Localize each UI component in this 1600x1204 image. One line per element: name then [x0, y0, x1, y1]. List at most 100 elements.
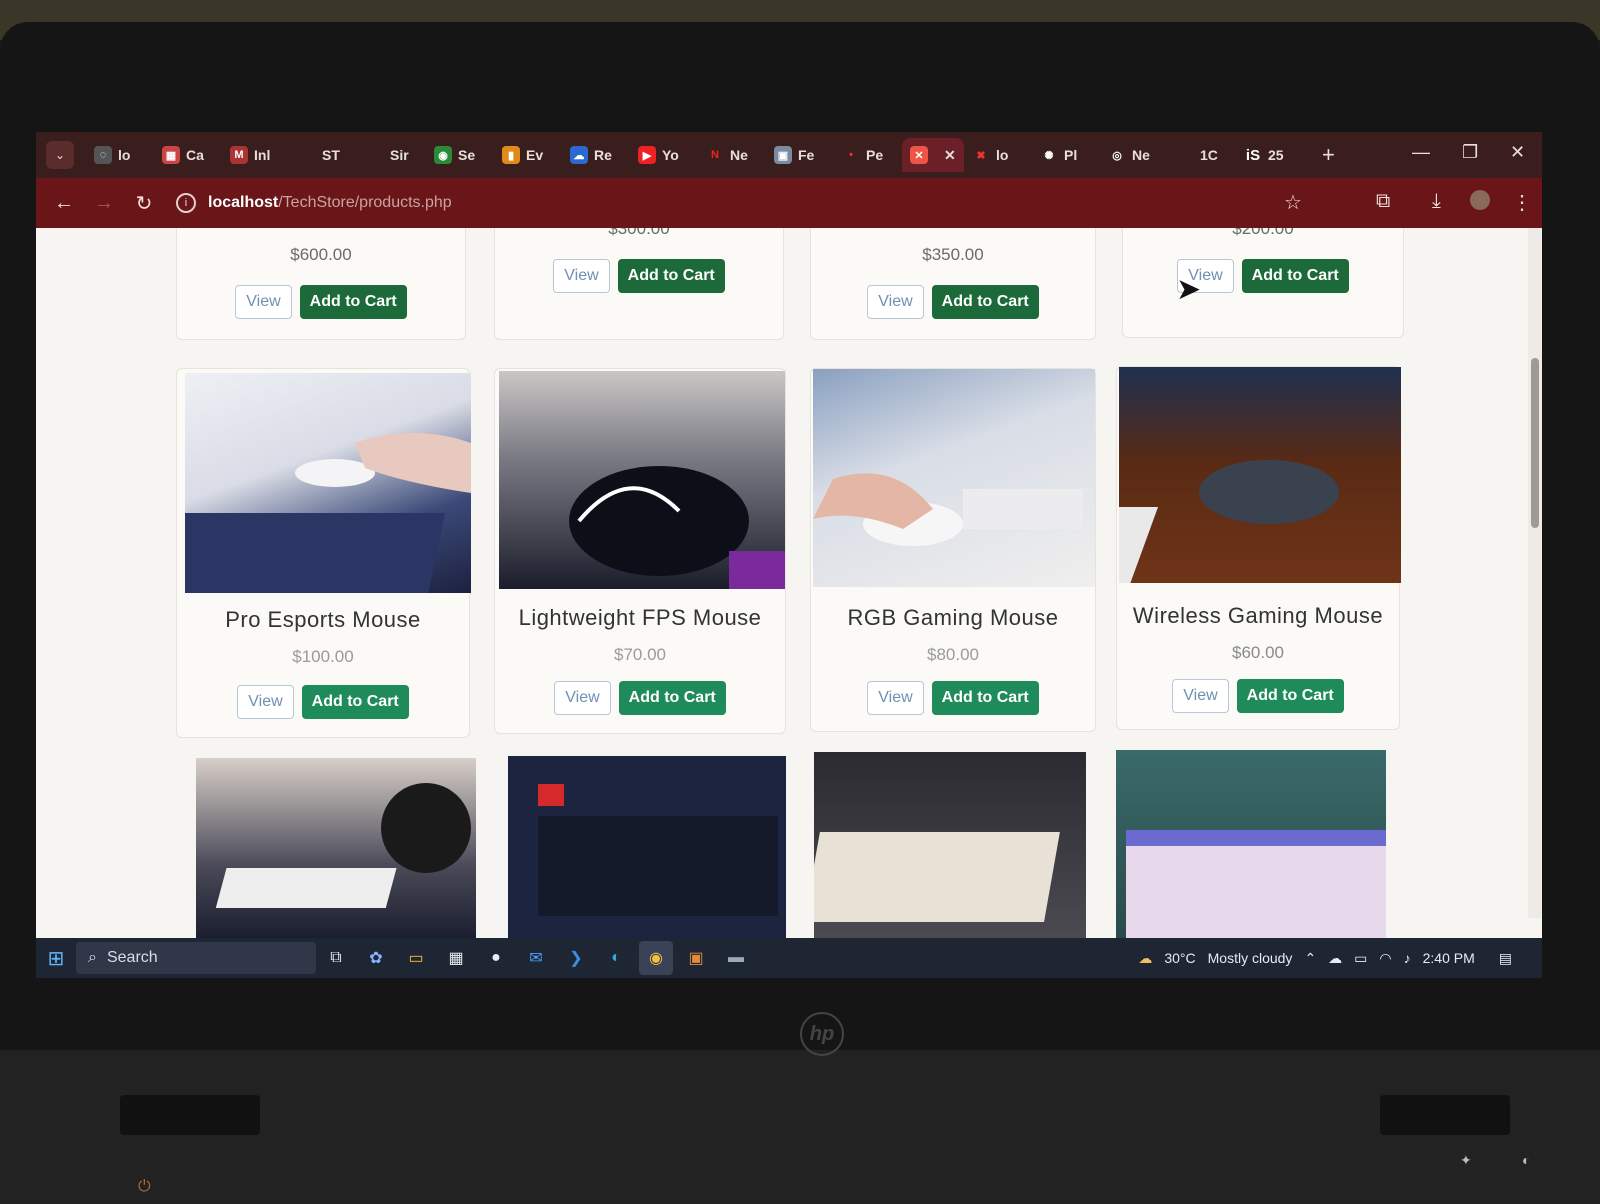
- close-window-icon[interactable]: ✕: [1510, 142, 1525, 163]
- view-button[interactable]: View: [554, 681, 611, 715]
- product-price: $350.00: [922, 245, 984, 264]
- browser-tab[interactable]: ✖ lo: [964, 138, 1032, 172]
- add-to-cart-button[interactable]: Add to Cart: [618, 681, 726, 715]
- browser-tab[interactable]: M Inl: [222, 138, 290, 172]
- edge-icon[interactable]: ◐: [599, 941, 633, 975]
- media-icon[interactable]: ●: [479, 941, 513, 975]
- youtube-icon: ▶: [638, 146, 656, 164]
- browser-tab[interactable]: N Ne: [698, 138, 766, 172]
- menu-icon[interactable]: ⋮: [1512, 190, 1532, 215]
- dot-icon: •: [849, 149, 853, 161]
- browser-tab[interactable]: ✺ Pl: [1032, 138, 1100, 172]
- browser-tab[interactable]: ◎ Ne: [1100, 138, 1168, 172]
- browser-tab[interactable]: ▣ Fe: [766, 138, 834, 172]
- product-name: Lightweight FPS Mouse: [518, 605, 762, 630]
- product-card: Wireless Gaming Mouse $60.00 View Add to…: [1116, 366, 1401, 730]
- vscode-icon[interactable]: ❯: [559, 941, 593, 975]
- view-button[interactable]: View: [867, 681, 924, 715]
- products-page: $600.00 View Add to Cart $300.00 View Ad…: [36, 228, 1542, 938]
- weather-temp[interactable]: 30°C: [1164, 950, 1195, 966]
- blank-icon: [1176, 146, 1194, 164]
- keyboard-app-icon[interactable]: ▬: [719, 941, 753, 975]
- view-button[interactable]: View: [553, 259, 610, 293]
- view-button[interactable]: View: [1172, 679, 1229, 713]
- add-to-cart-button[interactable]: Add to Cart: [617, 259, 725, 293]
- scrollbar-thumb[interactable]: [1531, 358, 1539, 528]
- download-icon[interactable]: ⤓: [1432, 190, 1441, 213]
- new-tab-button[interactable]: +: [1322, 142, 1335, 168]
- browser-tab[interactable]: ST: [290, 138, 358, 172]
- forward-icon[interactable]: →: [84, 192, 124, 215]
- product-image[interactable]: [499, 371, 785, 589]
- tab-search-dropdown[interactable]: ⌄: [46, 141, 74, 169]
- weather-desc[interactable]: Mostly cloudy: [1208, 950, 1293, 966]
- view-button[interactable]: View: [867, 285, 924, 319]
- xampp-icon: ✕: [910, 146, 928, 164]
- browser-tab[interactable]: ◌ lo: [86, 138, 154, 172]
- outlook-icon[interactable]: ✉: [519, 941, 553, 975]
- is-icon: iS: [1245, 146, 1261, 164]
- add-to-cart-button[interactable]: Add to Cart: [1241, 259, 1349, 293]
- volume-icon[interactable]: ♪: [1404, 950, 1411, 966]
- product-image[interactable]: [1116, 750, 1386, 938]
- system-tray: ☁ 30°C Mostly cloudy ⌃ ☁ ▭ ◠ ♪ 2:40 PM ▤: [1138, 938, 1512, 978]
- notification-icon[interactable]: ▤: [1499, 950, 1512, 967]
- product-image[interactable]: [196, 758, 476, 938]
- product-image[interactable]: [508, 756, 786, 938]
- product-image[interactable]: [814, 752, 1086, 938]
- product-image[interactable]: [185, 373, 471, 593]
- power-icon: ⏻: [138, 1178, 151, 1195]
- add-to-cart-button[interactable]: Add to Cart: [299, 285, 407, 319]
- onedrive-icon[interactable]: ☁: [1328, 950, 1342, 967]
- product-image[interactable]: [1119, 367, 1401, 583]
- taskbar-search[interactable]: ⌕ Search: [76, 942, 316, 974]
- minimize-icon[interactable]: —: [1412, 142, 1430, 163]
- browser-tab[interactable]: • Pe: [834, 138, 902, 172]
- url-host: localhost: [208, 194, 279, 211]
- close-icon[interactable]: ✕: [944, 147, 956, 164]
- browser-tab[interactable]: iS 25: [1236, 138, 1304, 172]
- wifi-icon[interactable]: ◠: [1379, 950, 1391, 967]
- taskbar: ⊞ ⌕ Search ⧉ ✿ ▭ ▦ ● ✉ ❯ ◐ ◉ ▣ ▬ ☁ 30°C …: [36, 938, 1542, 978]
- add-to-cart-button[interactable]: Add to Cart: [1236, 679, 1344, 713]
- restore-icon[interactable]: ❐: [1462, 142, 1478, 163]
- windows-start-icon[interactable]: ⊞: [36, 946, 76, 971]
- battery-icon[interactable]: ▭: [1354, 950, 1367, 967]
- browser-toolbar: ← → ↻ i localhost/TechStore/products.php…: [36, 178, 1542, 228]
- browser-tab[interactable]: Sir: [358, 138, 426, 172]
- profile-avatar[interactable]: [1470, 190, 1490, 210]
- view-button[interactable]: View: [235, 285, 292, 319]
- back-icon[interactable]: ←: [44, 192, 84, 215]
- chrome-icon[interactable]: ◉: [639, 941, 673, 975]
- browser-tab[interactable]: ▮ Ev: [494, 138, 562, 172]
- product-price: $60.00: [1232, 643, 1284, 662]
- add-to-cart-button[interactable]: Add to Cart: [931, 681, 1039, 715]
- chevron-up-icon[interactable]: ⌃: [1304, 950, 1316, 967]
- site-info-icon[interactable]: i: [176, 193, 196, 213]
- store-icon[interactable]: ▦: [439, 941, 473, 975]
- add-to-cart-button[interactable]: Add to Cart: [301, 685, 409, 719]
- keyboard-fn-icon: ◐: [1522, 1152, 1531, 1168]
- circle-icon: ◌: [94, 146, 112, 164]
- xampp-icon[interactable]: ▣: [679, 941, 713, 975]
- page-scrollbar[interactable]: [1528, 228, 1542, 918]
- task-view-icon[interactable]: ⧉: [319, 941, 353, 975]
- add-to-cart-button[interactable]: Add to Cart: [931, 285, 1039, 319]
- extensions-icon[interactable]: ⧉: [1376, 190, 1390, 213]
- view-button[interactable]: View: [237, 685, 294, 719]
- product-name: RGB Gaming Mouse: [847, 605, 1059, 630]
- copilot-icon[interactable]: ✿: [359, 941, 393, 975]
- product-image[interactable]: [813, 369, 1095, 587]
- browser-tab[interactable]: ☁ Re: [562, 138, 630, 172]
- browser-tab[interactable]: ▦ Ca: [154, 138, 222, 172]
- hinge-left: [120, 1095, 260, 1135]
- bookmark-star-icon[interactable]: ☆: [1284, 190, 1302, 215]
- browser-tab[interactable]: ◉ Se: [426, 138, 494, 172]
- browser-tab-active[interactable]: ✕ ✕: [902, 138, 964, 172]
- browser-tab[interactable]: ▶ Yo: [630, 138, 698, 172]
- reload-icon[interactable]: ↻: [124, 191, 164, 216]
- file-explorer-icon[interactable]: ▭: [399, 941, 433, 975]
- clock[interactable]: 2:40 PM: [1423, 950, 1475, 966]
- address-bar[interactable]: i localhost/TechStore/products.php: [176, 185, 1316, 221]
- browser-tab[interactable]: 1C: [1168, 138, 1236, 172]
